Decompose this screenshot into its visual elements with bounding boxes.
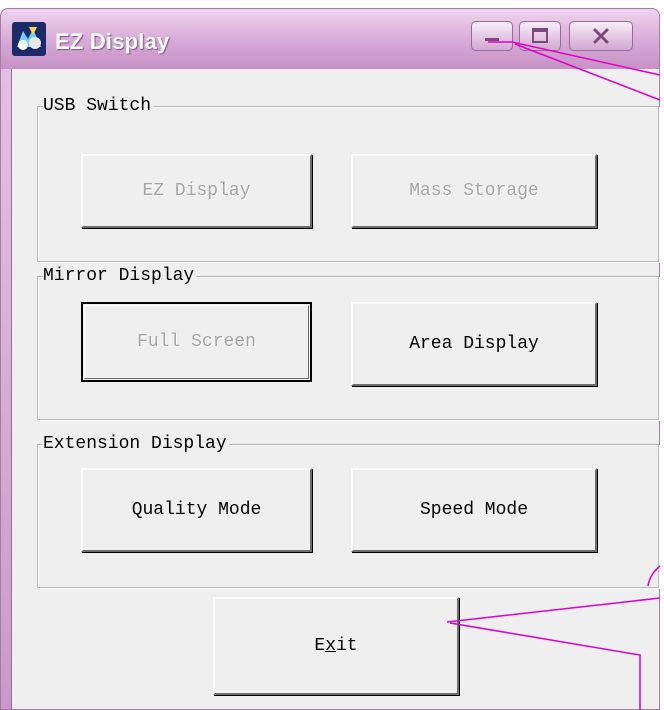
speed-mode-button[interactable]: Speed Mode (351, 468, 597, 552)
minimize-button[interactable] (471, 21, 513, 51)
extension-display-group-label: Extension Display (43, 432, 229, 456)
usb-switch-group: USB Switch EZ Display Mass Storage (37, 94, 659, 262)
ez-display-app-icon (12, 22, 46, 56)
title-bar[interactable]: EZ Display (1, 9, 659, 69)
speed-mode-button-label: Speed Mode (419, 500, 529, 520)
exit-button-label: Exit (314, 636, 357, 656)
mirror-display-group: Mirror Display Full Screen Area Display (37, 264, 659, 420)
area-display-button-label: Area Display (409, 334, 539, 354)
mass-storage-button-label: Mass Storage (409, 181, 539, 201)
minimize-icon (485, 38, 499, 41)
area-display-button[interactable]: Area Display (351, 302, 597, 386)
close-icon (593, 28, 609, 44)
extension-display-group: Extension Display Quality Mode Speed Mod… (37, 432, 659, 588)
usb-switch-group-label: USB Switch (43, 94, 154, 118)
ez-display-window: EZ Display USB Switch EZ Display Mass St… (0, 8, 660, 710)
mirror-display-group-label: Mirror Display (43, 264, 197, 288)
ez-display-button-label: EZ Display (142, 181, 251, 201)
exit-label-start: E (314, 636, 326, 656)
full-screen-button-label: Full Screen (137, 332, 256, 352)
exit-button[interactable]: Exit (213, 597, 459, 695)
close-button[interactable] (569, 21, 633, 51)
ez-display-button: EZ Display (81, 154, 312, 228)
exit-label-end: it (336, 636, 358, 656)
quality-mode-button[interactable]: Quality Mode (81, 468, 312, 552)
window-title: EZ Display (55, 29, 170, 54)
maximize-icon (532, 28, 548, 43)
exit-mnemonic-char: x (325, 636, 336, 656)
quality-mode-button-label: Quality Mode (131, 500, 262, 520)
screenshot-stage: EZ Display USB Switch EZ Display Mass St… (0, 0, 664, 710)
dialog-client-area: USB Switch EZ Display Mass Storage Mirro… (11, 69, 659, 709)
full-screen-button: Full Screen (81, 302, 312, 382)
maximize-button[interactable] (519, 21, 561, 51)
mass-storage-button: Mass Storage (351, 154, 597, 228)
